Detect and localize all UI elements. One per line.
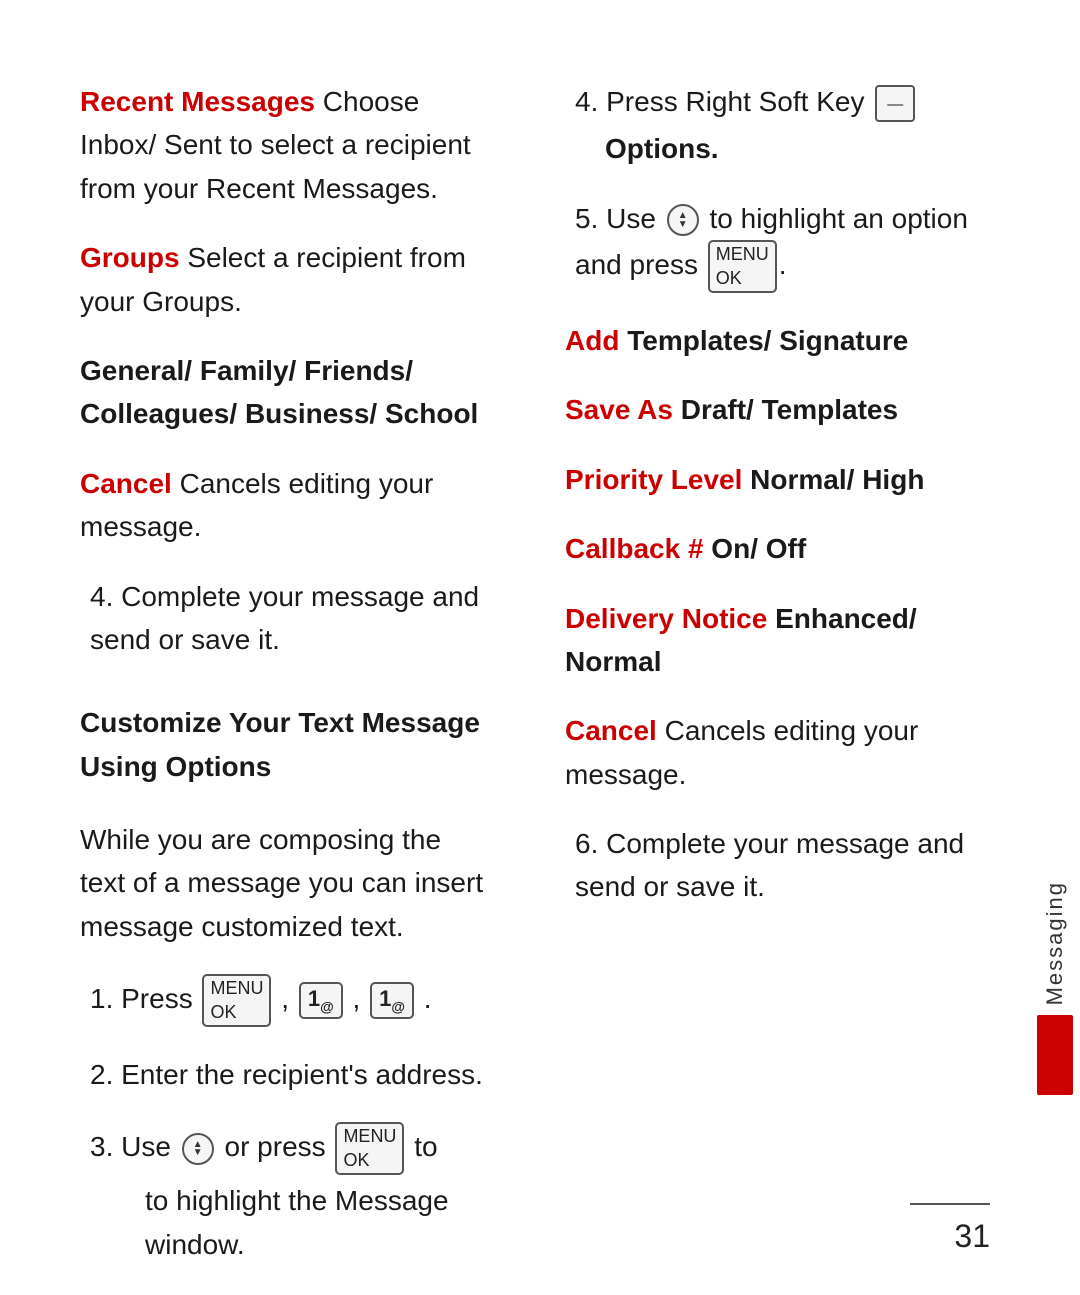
priority-text: Normal/ High — [742, 464, 924, 495]
step5-text-pre: 5. Use — [575, 203, 656, 234]
general-family-section: General/ Family/ Friends/ Colleagues/ Bu… — [80, 349, 485, 436]
delivery-label: Delivery Notice — [565, 603, 767, 634]
cancel-label: Cancel — [80, 468, 172, 499]
callback-para: Callback # On/ Off — [565, 527, 970, 570]
priority-label: Priority Level — [565, 464, 742, 495]
add-text: Templates/ Signature — [619, 325, 908, 356]
save-as-label: Save As — [565, 394, 673, 425]
right-column: 4. Press Right Soft Key Options. 5. Use … — [545, 80, 970, 1215]
step2-text: 2. Enter the recipient's address. — [90, 1059, 483, 1090]
cancel-right-para: Cancel Cancels editing your message. — [565, 709, 970, 796]
step5-right: 5. Use to highlight an option and press … — [565, 197, 970, 293]
step2-left: 2. Enter the recipient's address. — [80, 1053, 485, 1096]
groups-label: Groups — [80, 242, 180, 273]
comma-1: , — [281, 983, 297, 1014]
save-as-text: Draft/ Templates — [673, 394, 898, 425]
period-1: . — [424, 983, 432, 1014]
priority-para: Priority Level Normal/ High — [565, 458, 970, 501]
delivery-section: Delivery Notice Enhanced/ Normal — [565, 597, 970, 684]
comma-2: , — [353, 983, 369, 1014]
key-1a: 1@ — [299, 982, 343, 1019]
soft-key-icon — [875, 85, 915, 122]
menu-ok-icon-step5: MENUOK — [708, 240, 777, 293]
nav-icon-step5 — [667, 204, 699, 236]
callback-section: Callback # On/ Off — [565, 527, 970, 570]
add-label: Add — [565, 325, 619, 356]
step3-to-word: to — [414, 1131, 437, 1162]
callback-text: On/ Off — [704, 533, 807, 564]
sidebar: Messaging — [1030, 0, 1080, 1295]
menu-ok-icon-step3: MENUOK — [335, 1122, 404, 1175]
priority-section: Priority Level Normal/ High — [565, 458, 970, 501]
recent-messages-label: Recent Messages — [80, 86, 315, 117]
sidebar-label: Messaging — [1042, 881, 1068, 1005]
while-text: While you are composing the text of a me… — [80, 818, 485, 948]
general-family-text: General/ Family/ Friends/ Colleagues/ Bu… — [80, 349, 485, 436]
groups-section: Groups Select a recipient from your Grou… — [80, 236, 485, 323]
add-section: Add Templates/ Signature — [565, 319, 970, 362]
nav-icon-step3 — [182, 1133, 214, 1165]
step3-left: 3. Use or press MENUOK to to highlight t… — [80, 1122, 485, 1266]
cancel-section: Cancel Cancels editing your message. — [80, 462, 485, 549]
step4-text: 4. Complete your message and send or sav… — [90, 581, 479, 655]
add-para: Add Templates/ Signature — [565, 319, 970, 362]
step5-end: . — [779, 249, 787, 280]
step1-left: 1. Press MENUOK , 1@ , 1@ . — [80, 974, 485, 1027]
page-container: Recent Messages Choose Inbox/ Sent to se… — [0, 0, 1080, 1295]
step4-right-text: 4. Press Right Soft Key — [575, 86, 864, 117]
menu-ok-icon-1: MENUOK — [202, 974, 271, 1027]
while-section: While you are composing the text of a me… — [80, 818, 485, 948]
recent-messages-para: Recent Messages Choose Inbox/ Sent to se… — [80, 80, 485, 210]
step3-to-text: to highlight the Message window. — [145, 1185, 449, 1259]
step3-text: 3. Use — [90, 1131, 171, 1162]
step6-text: 6. Complete your message and send or sav… — [575, 828, 964, 902]
groups-para: Groups Select a recipient from your Grou… — [80, 236, 485, 323]
callback-label: Callback # — [565, 533, 704, 564]
cancel-para: Cancel Cancels editing your message. — [80, 462, 485, 549]
save-as-section: Save As Draft/ Templates — [565, 388, 970, 431]
step3-or: or press — [225, 1131, 326, 1162]
step6-right: 6. Complete your message and send or sav… — [565, 822, 970, 909]
step4-options: Options. — [575, 127, 970, 170]
main-content: Recent Messages Choose Inbox/ Sent to se… — [0, 0, 1030, 1295]
step4-left: 4. Complete your message and send or sav… — [80, 575, 485, 662]
customize-heading-section: Customize Your Text Message Using Option… — [80, 701, 485, 788]
save-as-para: Save As Draft/ Templates — [565, 388, 970, 431]
sidebar-bar — [1037, 1015, 1073, 1095]
key-1b: 1@ — [370, 982, 414, 1019]
left-column: Recent Messages Choose Inbox/ Sent to se… — [80, 80, 505, 1215]
page-number: 31 — [954, 1218, 990, 1255]
recent-messages-section: Recent Messages Choose Inbox/ Sent to se… — [80, 80, 485, 210]
divider-line — [910, 1203, 990, 1205]
cancel-right-label: Cancel — [565, 715, 657, 746]
step4-right: 4. Press Right Soft Key Options. — [565, 80, 970, 171]
step1-text: 1. Press — [90, 983, 193, 1014]
customize-heading: Customize Your Text Message Using Option… — [80, 701, 485, 788]
cancel-right-section: Cancel Cancels editing your message. — [565, 709, 970, 796]
step3-indent: to highlight the Message window. — [90, 1179, 485, 1266]
delivery-para: Delivery Notice Enhanced/ Normal — [565, 597, 970, 684]
